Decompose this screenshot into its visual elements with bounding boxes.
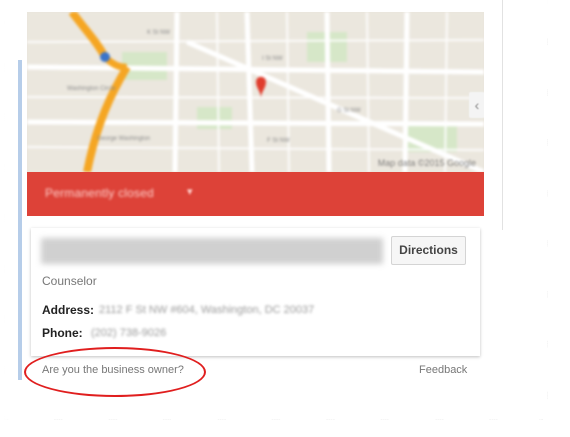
svg-text:G St NW: G St NW	[337, 108, 361, 114]
svg-text:K St NW: K St NW	[147, 30, 170, 36]
closed-status-text: Permanently closed	[45, 186, 154, 200]
feedback-link[interactable]: Feedback	[419, 364, 467, 376]
map-view[interactable]: Washington Circle George Washington K St…	[27, 12, 484, 172]
map-graphic: Washington Circle George Washington K St…	[27, 12, 484, 172]
address-value: 2112 F St NW #604, Washington, DC 20037	[99, 304, 315, 316]
chevron-down-icon[interactable]: ▾	[187, 185, 193, 198]
map-attribution: Map data ©2015 Google	[377, 158, 476, 168]
business-card: Directions Counselor Address: 2112 F St …	[31, 228, 480, 356]
annotation-circle	[24, 347, 206, 397]
map-pan-button[interactable]: ‹	[469, 92, 484, 118]
svg-text:George Washington: George Washington	[97, 136, 150, 142]
business-category: Counselor	[42, 274, 97, 288]
phone-label: Phone:	[42, 326, 83, 340]
address-label: Address:	[42, 303, 95, 317]
svg-text:F St NW: F St NW	[267, 138, 290, 144]
phone-value[interactable]: (202) 738-9026	[91, 327, 166, 339]
directions-button[interactable]: Directions	[391, 236, 466, 265]
svg-text:I St NW: I St NW	[262, 56, 283, 62]
permanently-closed-bar[interactable]: Permanently closed ▾	[27, 172, 484, 216]
svg-text:Washington Circle: Washington Circle	[67, 86, 116, 92]
right-divider	[502, 0, 503, 230]
business-name-redacted	[41, 238, 383, 264]
left-edge-accent	[18, 60, 22, 380]
